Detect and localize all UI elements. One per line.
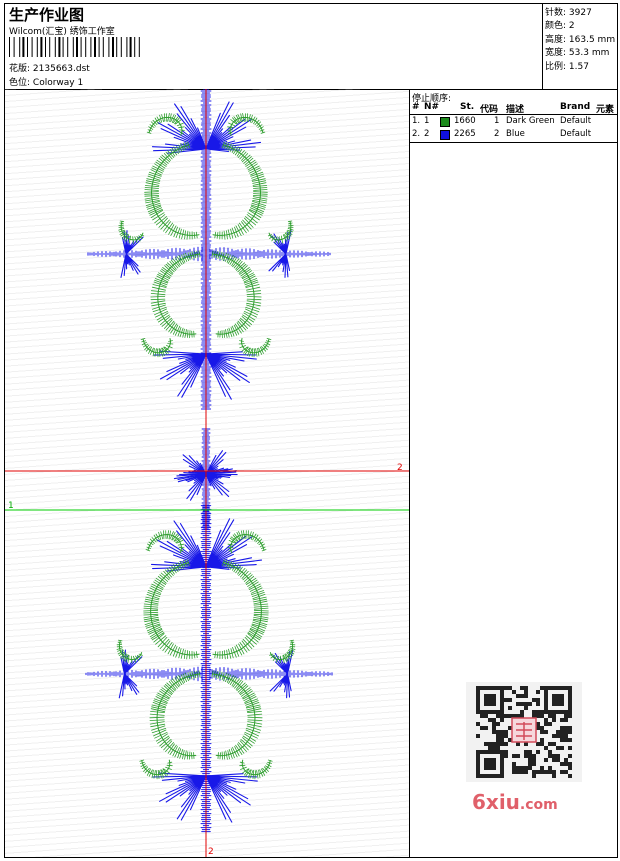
col-index: # <box>412 102 420 112</box>
stop-row[interactable]: 2. 2 2265 2 Blue Default <box>410 129 617 141</box>
panel-divider <box>410 142 617 143</box>
stat-height: 高度: 163.5 mm <box>545 35 616 45</box>
col-brand: Brand <box>560 102 591 112</box>
qr-code <box>466 682 582 782</box>
design-stats: 针数: 3927 颜色: 2 高度: 163.5 mm 宽度: 53.3 mm … <box>542 4 618 89</box>
guide-red-label: 2 <box>397 463 403 473</box>
colorway-label: 色位: <box>9 78 31 88</box>
sheet-header: 生产作业图 Wilcom(汇宝) 绣饰工作室 花版: 2135663.dst 色… <box>5 4 617 90</box>
design-label: 花版: <box>9 64 31 74</box>
col-stitches: St. <box>460 102 475 112</box>
guide-green-label: 1 <box>8 501 14 511</box>
col-needle: N# <box>424 102 440 112</box>
col-code: 代码 <box>480 105 499 115</box>
color-swatch <box>440 117 450 127</box>
stop-table-header: # N# St. 代码 描述 Brand 元素 <box>410 102 617 115</box>
col-description: 描述 <box>506 105 525 115</box>
stat-colors: 颜色: 2 <box>545 21 575 31</box>
colorway-value: Colorway 1 <box>32 78 84 88</box>
stat-ratio: 比例: 1.57 <box>545 62 589 72</box>
company-name: Wilcom(汇宝) 绣饰工作室 <box>9 27 115 37</box>
col-element: 元素 <box>596 105 615 115</box>
embroidery-preview: 2 1 2 <box>5 89 409 857</box>
barcode <box>9 37 140 57</box>
design-canvas[interactable]: 2 1 2 <box>5 89 410 857</box>
design-file: 2135663.dst <box>32 64 90 74</box>
color-swatch <box>440 130 450 140</box>
guide-vertical-label: 2 <box>208 847 214 857</box>
stat-stitches: 针数: 3927 <box>545 8 592 18</box>
sheet-title: 生产作业图 <box>9 6 85 24</box>
watermark-logo: 6xiu.com <box>472 790 558 814</box>
stat-width: 宽度: 53.3 mm <box>545 48 610 58</box>
colorway-line: 色位: Colorway 1 <box>9 75 83 88</box>
stop-row[interactable]: 1. 1 1660 1 Dark Green Default <box>410 116 617 128</box>
design-line: 花版: 2135663.dst <box>9 61 90 74</box>
